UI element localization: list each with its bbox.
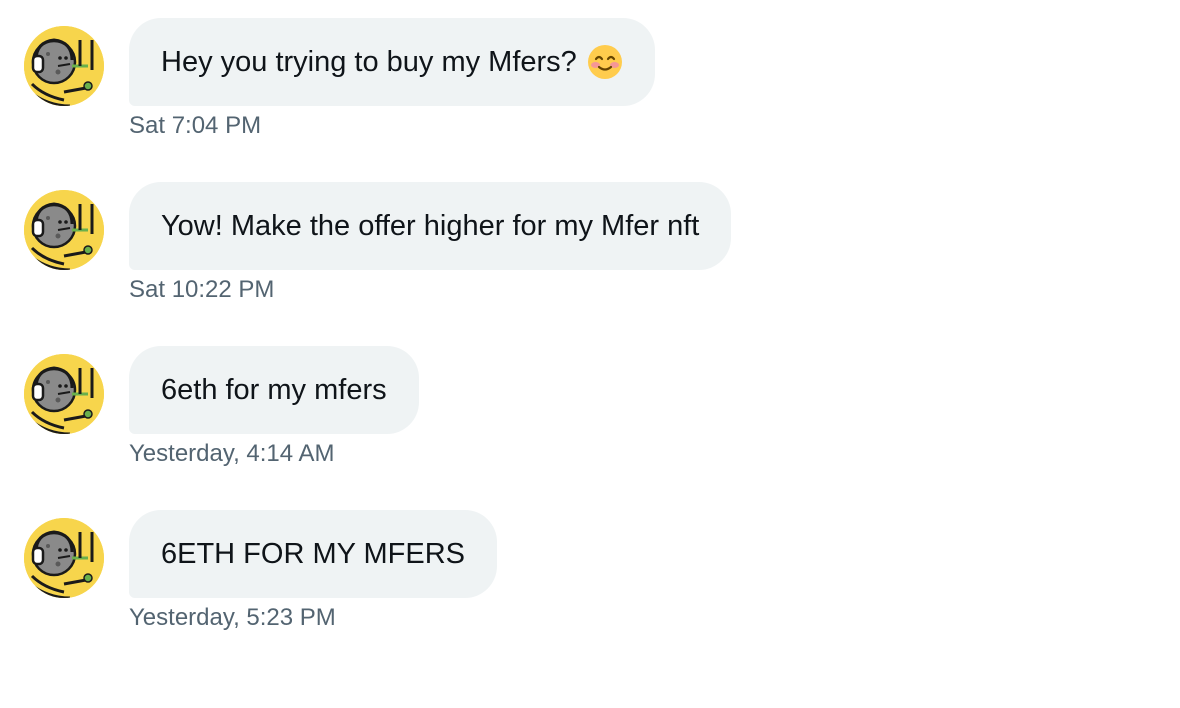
- message-timestamp: Yesterday, 4:14 AM: [129, 440, 335, 467]
- mfer-avatar-icon: [24, 354, 104, 434]
- smiling-face-emoji-icon: [587, 44, 623, 80]
- message-bubble[interactable]: 6eth for my mfers: [129, 346, 419, 434]
- message-timestamp: Yesterday, 5:23 PM: [129, 604, 336, 631]
- message-item: 6eth for my mfers Yesterday, 4:14 AM: [0, 346, 1180, 476]
- mfer-avatar-icon: [24, 518, 104, 598]
- message-text: 6eth for my mfers: [161, 373, 387, 406]
- message-item: 6ETH FOR MY MFERS Yesterday, 5:23 PM: [0, 510, 1180, 640]
- message-timestamp: Sat 10:22 PM: [129, 276, 275, 303]
- message-bubble[interactable]: 6ETH FOR MY MFERS: [129, 510, 497, 598]
- message-text: Yow! Make the offer higher for my Mfer n…: [161, 209, 700, 242]
- sender-avatar[interactable]: [24, 26, 104, 106]
- message-thread: Hey you trying to buy my Mfers? Sat 7:04…: [0, 0, 1180, 708]
- mfer-avatar-icon: [24, 190, 104, 270]
- message-item: Yow! Make the offer higher for my Mfer n…: [0, 182, 1180, 312]
- message-text: 6ETH FOR MY MFERS: [161, 537, 465, 570]
- sender-avatar[interactable]: [24, 354, 104, 434]
- message-text: Hey you trying to buy my Mfers?: [161, 45, 577, 78]
- message-item: Hey you trying to buy my Mfers? Sat 7:04…: [0, 18, 1180, 148]
- message-bubble[interactable]: Hey you trying to buy my Mfers?: [129, 18, 655, 106]
- message-timestamp: Sat 7:04 PM: [129, 112, 262, 139]
- mfer-avatar-icon: [24, 26, 104, 106]
- sender-avatar[interactable]: [24, 190, 104, 270]
- sender-avatar[interactable]: [24, 518, 104, 598]
- message-bubble[interactable]: Yow! Make the offer higher for my Mfer n…: [129, 182, 732, 270]
